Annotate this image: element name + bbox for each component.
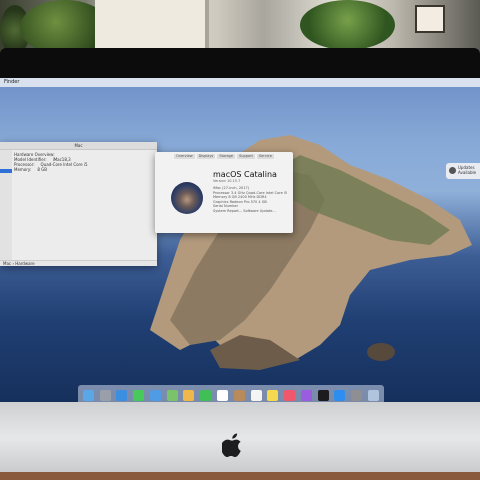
macos-logo-icon xyxy=(171,182,203,214)
notification-text: Updates Available xyxy=(458,165,477,175)
mail-icon[interactable] xyxy=(149,389,161,401)
about-this-mac-window[interactable]: Overview Displays Storage Support Servic… xyxy=(155,152,293,233)
launchpad-icon[interactable] xyxy=(99,389,111,401)
tab-support[interactable]: Support xyxy=(237,154,255,159)
podcasts-icon[interactable] xyxy=(300,389,312,401)
picture-frame xyxy=(415,5,445,33)
report-buttons[interactable]: System Report... Software Update... xyxy=(213,209,287,214)
info-value: Quad-Core Intel Core i5 xyxy=(40,162,88,167)
menu-app-name[interactable]: Finder xyxy=(4,79,19,85)
menu-bar[interactable]: Finder xyxy=(0,78,480,87)
maps-icon[interactable] xyxy=(166,389,178,401)
tab-overview[interactable]: Overview xyxy=(174,154,195,159)
plant-right xyxy=(300,0,395,50)
window-blinds xyxy=(95,0,209,48)
facetime-icon[interactable] xyxy=(200,389,212,401)
notification-banner[interactable]: Updates Available xyxy=(446,163,480,179)
app-store-icon[interactable] xyxy=(334,389,346,401)
reminders-icon[interactable] xyxy=(250,389,262,401)
hardware-overview: Hardware Overview: Model Identifier: iMac… xyxy=(14,152,88,172)
notes-icon[interactable] xyxy=(267,389,279,401)
music-icon[interactable] xyxy=(284,389,296,401)
tab-displays[interactable]: Displays xyxy=(196,154,216,159)
tab-service[interactable]: Service xyxy=(256,154,274,159)
system-information-window[interactable]: Mac Hardware Overview: Model Identifier:… xyxy=(0,142,157,266)
photos-icon[interactable] xyxy=(183,389,195,401)
os-version: Version 10.15.7 xyxy=(213,179,241,183)
about-tabs: Overview Displays Storage Support Servic… xyxy=(155,152,293,161)
trash-icon[interactable] xyxy=(367,389,379,401)
sidebar[interactable] xyxy=(0,150,12,262)
window-title: Mac xyxy=(0,142,157,150)
sidebar-selected-item[interactable] xyxy=(0,169,12,173)
gear-icon xyxy=(449,167,456,174)
info-row: Memory: 8 GB xyxy=(14,167,88,172)
window-path-bar: Mac › Hardware xyxy=(0,260,157,266)
apple-logo-icon xyxy=(222,433,241,458)
os-name: macOS Catalina xyxy=(213,170,277,179)
messages-icon[interactable] xyxy=(133,389,145,401)
finder-icon[interactable] xyxy=(82,389,94,401)
safari-icon[interactable] xyxy=(116,389,128,401)
calendar-icon[interactable] xyxy=(217,389,228,401)
contacts-icon[interactable] xyxy=(233,389,245,401)
desk xyxy=(0,472,480,480)
spec-list: iMac (27-inch, 2017) Processor 3.4 GHz Q… xyxy=(213,186,287,214)
info-label: Memory: xyxy=(14,167,32,172)
system-preferences-icon[interactable] xyxy=(351,389,363,401)
tv-icon[interactable] xyxy=(317,389,329,401)
tab-storage[interactable]: Storage xyxy=(217,154,236,159)
info-value: 8 GB xyxy=(37,167,47,172)
